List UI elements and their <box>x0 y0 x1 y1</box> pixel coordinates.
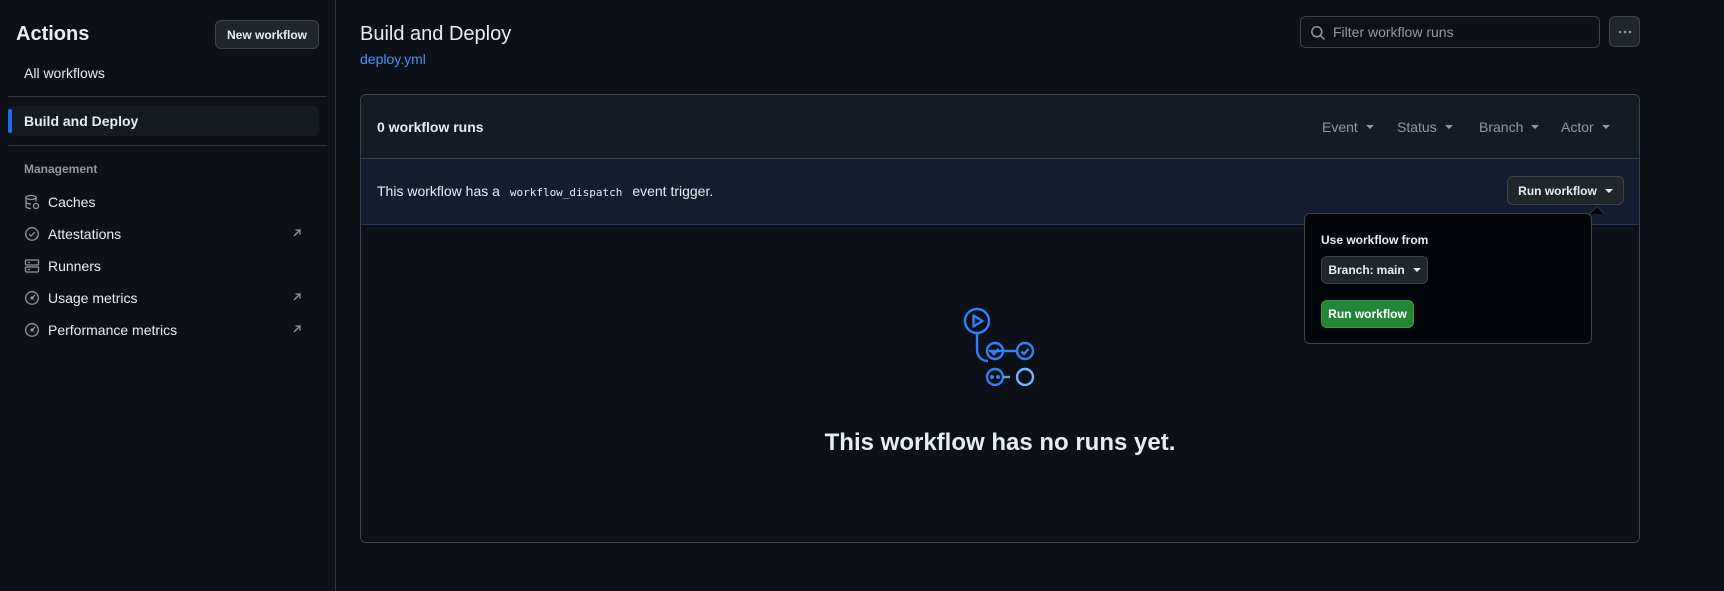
meter-icon <box>24 322 40 338</box>
caret-down-icon <box>1365 125 1374 129</box>
filter-status[interactable]: Status <box>1397 119 1453 135</box>
sidebar-item-runners[interactable]: Runners <box>8 251 319 281</box>
sidebar-title: Actions <box>16 23 90 45</box>
more-options-button[interactable] <box>1609 16 1640 47</box>
external-link-icon <box>293 229 301 237</box>
filter-actor[interactable]: Actor <box>1561 119 1610 135</box>
sidebar-item-label: Attestations <box>48 226 122 242</box>
runs-count: 0 workflow runs <box>377 119 484 135</box>
sidebar-divider <box>8 145 327 146</box>
filter-label: Actor <box>1561 119 1594 135</box>
filter-event[interactable]: Event <box>1322 119 1374 135</box>
sidebar-section-management: Management <box>24 162 98 176</box>
caret-down-icon <box>1412 268 1421 272</box>
banner-code: workflow_dispatch <box>509 186 623 199</box>
use-workflow-from-label: Use workflow from <box>1321 233 1429 247</box>
filter-label: Event <box>1322 119 1358 135</box>
sidebar-item-all-workflows[interactable]: All workflows <box>8 58 319 88</box>
workflow-icon <box>963 307 1035 386</box>
branch-select-button[interactable]: Branch: main <box>1321 256 1428 284</box>
empty-state-message: This workflow has no runs yet. <box>824 429 1176 456</box>
search-icon <box>1311 26 1326 41</box>
sidebar-item-label: All workflows <box>24 65 105 81</box>
sidebar-item-label: Build and Deploy <box>24 113 139 129</box>
run-workflow-popover: Use workflow from Branch: main Run workf… <box>1304 206 1605 344</box>
new-workflow-button[interactable]: New workflow <box>215 20 319 49</box>
sidebar: Actions New workflow All workflows Build… <box>0 0 336 591</box>
caret-down-icon <box>1601 125 1610 129</box>
caret-down-icon <box>1444 125 1453 129</box>
branch-prefix: Branch: <box>1328 263 1374 277</box>
server-icon <box>24 258 40 274</box>
workflow-file-link[interactable]: deploy.yml <box>360 51 426 67</box>
meter-icon <box>24 290 40 306</box>
caret-down-icon <box>1604 188 1613 193</box>
search-input[interactable] <box>1333 24 1593 40</box>
sidebar-item-usage-metrics[interactable]: Usage metrics <box>8 283 319 313</box>
sidebar-item-label: Caches <box>48 194 96 210</box>
run-workflow-label: Run workflow <box>1518 183 1597 198</box>
sidebar-item-attestations[interactable]: Attestations <box>8 219 319 249</box>
sidebar-item-label: Runners <box>48 258 101 274</box>
page-title: Build and Deploy <box>360 23 512 45</box>
filter-branch[interactable]: Branch <box>1479 119 1540 135</box>
filter-label: Branch <box>1479 119 1524 135</box>
runs-header: 0 workflow runs Event Status Branch Acto… <box>361 95 1639 159</box>
external-link-icon <box>293 293 301 301</box>
banner-text-after: event trigger. <box>632 183 714 199</box>
caret-down-icon <box>1531 125 1540 129</box>
sidebar-item-label: Usage metrics <box>48 290 138 306</box>
external-link-icon <box>293 325 301 333</box>
banner-text-before: This workflow has a <box>377 183 500 199</box>
database-icon <box>24 194 40 210</box>
kebab-horizontal-icon <box>1618 30 1631 33</box>
filter-label: Status <box>1397 119 1437 135</box>
branch-value: main <box>1376 263 1405 277</box>
sidebar-divider <box>8 96 327 97</box>
dispatch-banner-text: This workflow has a workflow_dispatch ev… <box>377 183 713 199</box>
sidebar-item-label: Performance metrics <box>48 322 178 338</box>
run-workflow-dropdown-button[interactable]: Run workflow <box>1507 176 1624 205</box>
sidebar-item-caches[interactable]: Caches <box>8 187 319 217</box>
sidebar-item-performance-metrics[interactable]: Performance metrics <box>8 315 319 345</box>
filter-runs-search[interactable] <box>1300 16 1600 48</box>
sidebar-item-build-and-deploy[interactable]: Build and Deploy <box>8 106 319 136</box>
run-workflow-submit-button[interactable]: Run workflow <box>1321 300 1414 328</box>
verified-icon <box>24 226 40 242</box>
